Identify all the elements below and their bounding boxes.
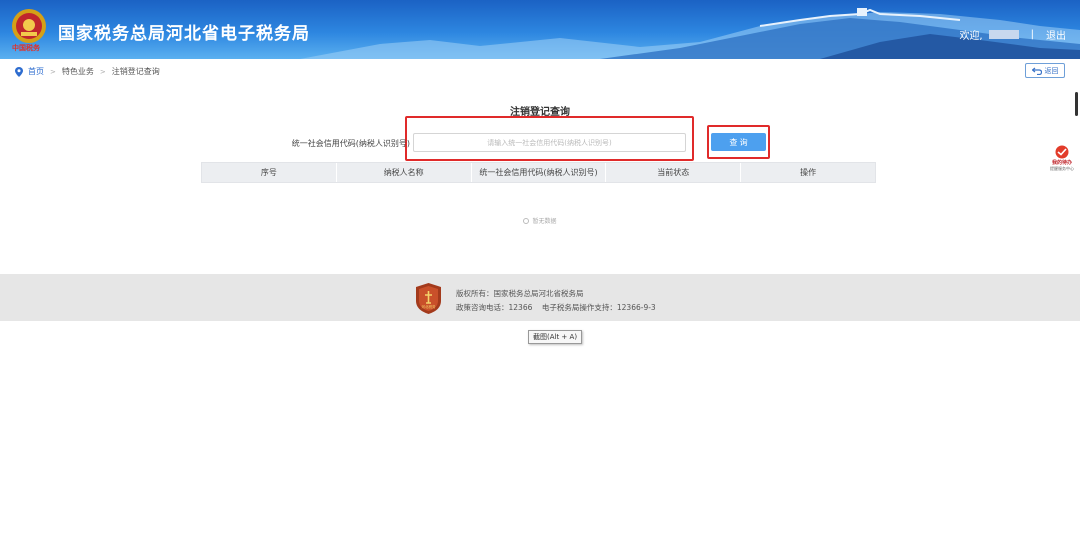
todo-widget-subtitle: 提醒服务中心: [1050, 166, 1074, 171]
column-header-taxpayer-name: 纳税人名称: [337, 163, 472, 182]
breadcrumb: 首页 > 特色业务 > 注销登记查询: [15, 66, 160, 77]
todo-widget-icon: [1055, 145, 1069, 159]
todo-widget[interactable]: 我的待办 提醒服务中心: [1050, 145, 1074, 172]
column-header-status: 当前状态: [606, 163, 742, 182]
back-arrow-icon: [1031, 67, 1042, 75]
national-emblem-icon: [12, 9, 46, 43]
breadcrumb-arrow: >: [99, 67, 106, 76]
site-header: 中国税务 国家税务总局河北省电子税务局 欢迎, | 退出: [0, 0, 1080, 59]
welcome-text: 欢迎,: [959, 31, 983, 42]
breadcrumb-arrow: >: [50, 67, 56, 76]
site-title: 国家税务总局河北省电子税务局: [58, 24, 310, 44]
credit-code-input[interactable]: [413, 133, 686, 152]
back-button-label: 返回: [1044, 66, 1059, 75]
logout-link[interactable]: 退出: [1046, 27, 1066, 42]
header-separator: |: [1030, 29, 1034, 40]
tax-shield-logo-icon: 河北税务: [416, 283, 441, 314]
breadcrumb-level2[interactable]: 特色业务: [62, 66, 94, 77]
column-header-credit-code: 统一社会信用代码(纳税人识别号): [472, 163, 607, 182]
empty-state-text: 暂无数据: [532, 218, 557, 225]
credit-code-label: 统一社会信用代码(纳税人识别号): [291, 139, 410, 148]
query-button[interactable]: 查 询: [711, 133, 766, 151]
screenshot-tooltip: 截图(Alt + A): [528, 330, 583, 344]
footer-copyright: 版权所有：国家税务总局河北省税务局: [456, 289, 584, 298]
user-area: 欢迎, | 退出: [959, 27, 1066, 42]
empty-data-icon: [523, 217, 530, 224]
username-masked: [988, 30, 1019, 39]
back-button[interactable]: 返回: [1025, 63, 1065, 78]
column-header-operation: 操作: [800, 168, 817, 177]
location-pin-icon: [15, 66, 23, 77]
breadcrumb-home[interactable]: 首页: [28, 66, 44, 77]
footer-text: 版权所有：国家税务总局河北省税务局 政策咨询电话：12366 电子税务局操作支持…: [456, 287, 656, 315]
emblem-caption: 中国税务: [12, 44, 40, 52]
column-header-index: 序号: [202, 163, 337, 182]
breadcrumb-current: 注销登记查询: [111, 67, 160, 76]
empty-state: 暂无数据: [0, 216, 1080, 225]
footer-logo-caption: 河北税务: [422, 304, 436, 309]
site-footer: 河北税务 版权所有：国家税务总局河北省税务局 政策咨询电话：12366 电子税务…: [0, 274, 1080, 321]
result-table-header: 序号 纳税人名称 统一社会信用代码(纳税人识别号) 当前状态 操作: [201, 162, 876, 183]
footer-contact: 政策咨询电话：12366 电子税务局操作支持：12366-9-3: [456, 303, 656, 312]
todo-widget-title: 我的待办: [1051, 160, 1072, 166]
